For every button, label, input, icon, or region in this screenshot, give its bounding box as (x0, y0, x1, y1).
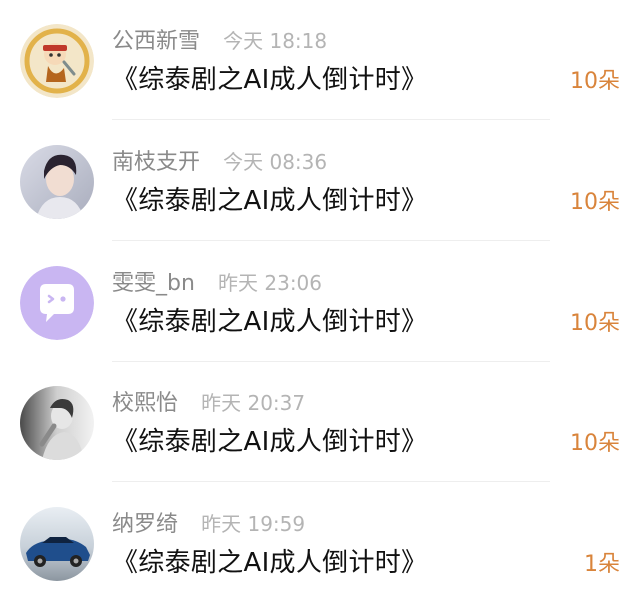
entry-meta: 纳罗绮 昨天 19:59 (112, 507, 305, 541)
username[interactable]: 校熙怡 (112, 391, 178, 416)
username[interactable]: 雯雯_bn (112, 271, 195, 296)
grayscale-portrait-avatar-icon[interactable] (20, 386, 94, 460)
list-item[interactable]: 雯雯_bn 昨天 23:06 《综泰剧之AI成人倒计时》 10朵 (0, 242, 640, 362)
timestamp: 昨天 23:06 (218, 271, 323, 295)
gift-count: 1朵 (584, 552, 620, 577)
entry-meta: 雯雯_bn 昨天 23:06 (112, 266, 322, 300)
divider (112, 240, 550, 241)
entry-meta: 南枝支开 今天 08:36 (112, 145, 327, 179)
cartoon-pirate-avatar-icon[interactable] (20, 24, 94, 98)
book-title[interactable]: 《综泰剧之AI成人倒计时》 (112, 420, 427, 464)
entry-meta: 校熙怡 昨天 20:37 (112, 386, 305, 420)
gift-count: 10朵 (570, 190, 620, 215)
blue-car-avatar-icon[interactable] (20, 507, 94, 581)
gift-count: 10朵 (570, 431, 620, 456)
divider (112, 119, 550, 120)
timestamp: 昨天 19:59 (201, 512, 306, 536)
gift-record-list: 公西新雪 今天 18:18 《综泰剧之AI成人倒计时》 10朵 南枝支开 今天 … (0, 0, 640, 603)
portrait-photo-avatar-icon[interactable] (20, 145, 94, 219)
list-item[interactable]: 南枝支开 今天 08:36 《综泰剧之AI成人倒计时》 10朵 (0, 121, 640, 241)
timestamp: 昨天 20:37 (201, 391, 306, 415)
list-item[interactable]: 校熙怡 昨天 20:37 《综泰剧之AI成人倒计时》 10朵 (0, 362, 640, 482)
divider (112, 481, 550, 482)
timestamp: 今天 08:36 (223, 150, 328, 174)
gift-count: 10朵 (570, 69, 620, 94)
username[interactable]: 南枝支开 (112, 150, 200, 175)
timestamp: 今天 18:18 (223, 29, 328, 53)
entry-meta: 公西新雪 今天 18:18 (112, 24, 327, 58)
book-title[interactable]: 《综泰剧之AI成人倒计时》 (112, 58, 427, 102)
username[interactable]: 公西新雪 (112, 29, 200, 54)
username[interactable]: 纳罗绮 (112, 512, 178, 537)
book-title[interactable]: 《综泰剧之AI成人倒计时》 (112, 541, 427, 585)
list-item[interactable]: 纳罗绮 昨天 19:59 《综泰剧之AI成人倒计时》 1朵 (0, 483, 640, 603)
chat-bubble-avatar-icon[interactable] (20, 266, 94, 340)
book-title[interactable]: 《综泰剧之AI成人倒计时》 (112, 300, 427, 344)
list-item[interactable]: 公西新雪 今天 18:18 《综泰剧之AI成人倒计时》 10朵 (0, 0, 640, 120)
gift-count: 10朵 (570, 311, 620, 336)
book-title[interactable]: 《综泰剧之AI成人倒计时》 (112, 179, 427, 223)
